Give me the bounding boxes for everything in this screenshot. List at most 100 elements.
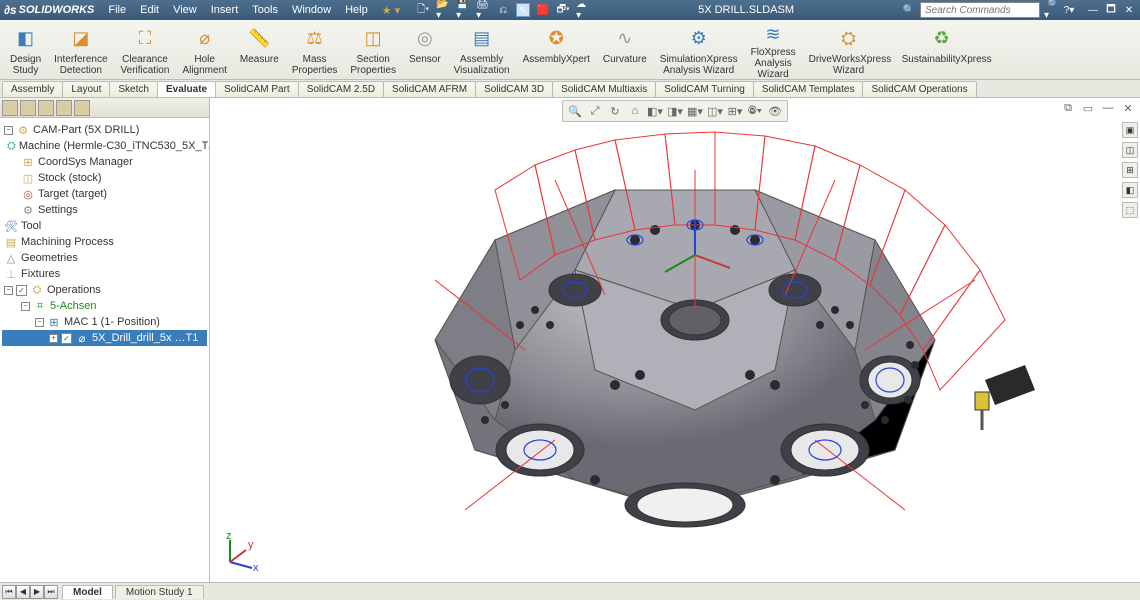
ribbon-label: AssemblyVisualization <box>454 54 510 76</box>
ribbon-section-properties[interactable]: ◫SectionProperties <box>344 22 403 77</box>
ribbon-sustainabilityxpress[interactable]: ♻SustainabilityXpress <box>896 22 989 77</box>
mass-props-icon: ⚖ <box>301 24 329 52</box>
tree-tool[interactable]: 🛠Tool <box>2 218 207 234</box>
ribbon-assemblyxpert[interactable]: ✪AssemblyXpert <box>517 22 597 77</box>
tree-5axis[interactable]: −⌗5-Achsen <box>2 298 207 314</box>
qat-rebuild-icon[interactable]: 🟥 <box>536 3 550 17</box>
ribbon-interference-detection[interactable]: ◪InterferenceDetection <box>48 22 114 77</box>
tree-operations[interactable]: −✓⛭Operations <box>2 282 207 298</box>
window-controls: — 🗖 ✕ <box>1086 3 1136 17</box>
ribbon-mass-properties[interactable]: ⚖MassProperties <box>286 22 345 77</box>
ribbon-simulationxpress[interactable]: ⚙SimulationXpressAnalysis Wizard <box>654 22 745 77</box>
menu-window[interactable]: Window <box>286 2 337 19</box>
ribbon-measure[interactable]: 📏Measure <box>234 22 286 77</box>
cam-tab-icon[interactable] <box>74 100 90 116</box>
ribbon-label: InterferenceDetection <box>54 54 107 76</box>
tree-node-label: Target (target) <box>38 188 107 200</box>
search-input[interactable] <box>920 2 1040 18</box>
menu-file[interactable]: File <box>102 2 132 19</box>
search-dropdown-icon[interactable]: 🔎▾ <box>1044 3 1058 17</box>
tree-root[interactable]: −⚙CAM-Part (5X DRILL) <box>2 122 207 138</box>
ribbon-design-study[interactable]: ◧DesignStudy <box>4 22 48 77</box>
qat-print-icon[interactable]: 🖨▾ <box>476 3 490 17</box>
qat-new-icon[interactable]: 🗋▾ <box>416 3 430 17</box>
menu-tools[interactable]: Tools <box>246 2 284 19</box>
tab-solidcam-operations[interactable]: SolidCAM Operations <box>862 81 976 97</box>
ribbon-hole-alignment[interactable]: ⌀HoleAlignment <box>176 22 233 77</box>
tab-layout[interactable]: Layout <box>62 81 110 97</box>
command-manager-tabs: Assembly Layout Sketch Evaluate SolidCAM… <box>0 80 1140 98</box>
title-right: 🔍 🔎▾ ?▾ — 🗖 ✕ <box>902 2 1136 18</box>
qat-save-icon[interactable]: 💾▾ <box>456 3 470 17</box>
qat-undo-icon[interactable]: ⎌ <box>496 3 510 17</box>
tab-solidcam-templates[interactable]: SolidCAM Templates <box>753 81 864 97</box>
curvature-icon: ∿ <box>611 24 639 52</box>
tab-solidcam-multiaxis[interactable]: SolidCAM Multiaxis <box>552 81 656 97</box>
config-tab-icon[interactable] <box>38 100 54 116</box>
tab-solidcam-part[interactable]: SolidCAM Part <box>215 81 299 97</box>
tab-assembly[interactable]: Assembly <box>2 81 63 97</box>
tree-mac1[interactable]: −⊞MAC 1 (1- Position) <box>2 314 207 330</box>
tab-solidcam-afrm[interactable]: SolidCAM AFRM <box>383 81 476 97</box>
check-icon[interactable]: ✓ <box>16 285 27 296</box>
view-triad[interactable]: z y x <box>220 532 260 572</box>
ribbon-driveworksxpress[interactable]: ⛭DriveWorksXpressWizard <box>803 22 896 77</box>
nav-prev-icon[interactable]: ◀ <box>16 585 30 599</box>
ribbon-label: Sensor <box>409 54 441 65</box>
check-icon[interactable]: ✓ <box>61 333 72 344</box>
bottom-tab-motion-study[interactable]: Motion Study 1 <box>115 585 204 599</box>
bottom-tab-model[interactable]: Model <box>62 585 113 599</box>
tab-solidcam-3d[interactable]: SolidCAM 3D <box>475 81 553 97</box>
expand-icon[interactable]: + <box>49 334 58 343</box>
tree-coordsys[interactable]: ⊞CoordSys Manager <box>2 154 207 170</box>
collapse-icon[interactable]: − <box>21 302 30 311</box>
nav-next-icon[interactable]: ▶ <box>30 585 44 599</box>
qat-options-icon[interactable]: 🗗▾ <box>556 3 570 17</box>
tab-solidcam-25d[interactable]: SolidCAM 2.5D <box>298 81 384 97</box>
minimize-icon[interactable]: — <box>1086 3 1100 17</box>
triad-z-label: z <box>226 532 232 542</box>
ribbon-clearance-verification[interactable]: ⛶ClearanceVerification <box>115 22 177 77</box>
menu-help[interactable]: Help <box>339 2 374 19</box>
tab-solidcam-turning[interactable]: SolidCAM Turning <box>655 81 754 97</box>
tree-settings[interactable]: ⚙Settings <box>2 202 207 218</box>
nav-last-icon[interactable]: ⏭ <box>44 585 58 599</box>
help-icon[interactable]: ?▾ <box>1062 3 1076 17</box>
ribbon-assembly-visualization[interactable]: ▤AssemblyVisualization <box>448 22 517 77</box>
tool-icon: 🛠 <box>4 219 18 233</box>
tree-machining-process[interactable]: ▤Machining Process <box>2 234 207 250</box>
display-tab-icon[interactable] <box>56 100 72 116</box>
menu-insert[interactable]: Insert <box>205 2 245 19</box>
restore-icon[interactable]: 🗖 <box>1104 3 1118 17</box>
feature-tab-icon[interactable] <box>2 100 18 116</box>
tree-target[interactable]: ◎Target (target) <box>2 186 207 202</box>
qat-select-icon[interactable]: ↖ <box>516 3 530 17</box>
axis-icon: ⌗ <box>33 299 47 313</box>
qat-open-icon[interactable]: 📂▾ <box>436 3 450 17</box>
feature-tree[interactable]: −⚙CAM-Part (5X DRILL) ⛭Machine (Hermle-C… <box>0 118 209 582</box>
tree-geometries[interactable]: △Geometries <box>2 250 207 266</box>
tree-machine[interactable]: ⛭Machine (Hermle-C30_iTNC530_5X_TZ) <box>2 138 207 154</box>
coordsys-icon: ⊞ <box>21 155 35 169</box>
sheet-nav-buttons: ⏮ ◀ ▶ ⏭ <box>0 585 60 599</box>
menu-view[interactable]: View <box>167 2 203 19</box>
collapse-icon[interactable]: − <box>4 126 13 135</box>
ribbon-curvature[interactable]: ∿Curvature <box>597 22 654 77</box>
part-icon: ⚙ <box>16 123 30 137</box>
tab-evaluate[interactable]: Evaluate <box>157 81 216 97</box>
graphics-viewport[interactable]: 🔍 ⤢ ↻ ⌂ ◧▾ ◨▾ ▦▾ ◫▾ ⊞▾ 🞋▾ 👁 ⧉ ▭ — ✕ ▣ ◫ … <box>210 98 1140 582</box>
tab-sketch[interactable]: Sketch <box>109 81 158 97</box>
ribbon-sensor[interactable]: ◎Sensor <box>403 22 448 77</box>
menu-edit[interactable]: Edit <box>134 2 165 19</box>
property-tab-icon[interactable] <box>20 100 36 116</box>
tree-fixtures[interactable]: ⊥Fixtures <box>2 266 207 282</box>
ribbon-floxpress[interactable]: ≋FloXpressAnalysisWizard <box>745 22 803 77</box>
tree-stock[interactable]: ◫Stock (stock) <box>2 170 207 186</box>
nav-first-icon[interactable]: ⏮ <box>2 585 16 599</box>
collapse-icon[interactable]: − <box>4 286 13 295</box>
menu-dropdown-icon[interactable]: ★ ▾ <box>376 2 406 19</box>
qat-link-icon[interactable]: ☁▾ <box>576 3 590 17</box>
close-icon[interactable]: ✕ <box>1122 3 1136 17</box>
tree-selected-operation[interactable]: +✓⌀5X_Drill_drill_5x …T1 <box>2 330 207 346</box>
collapse-icon[interactable]: − <box>35 318 44 327</box>
